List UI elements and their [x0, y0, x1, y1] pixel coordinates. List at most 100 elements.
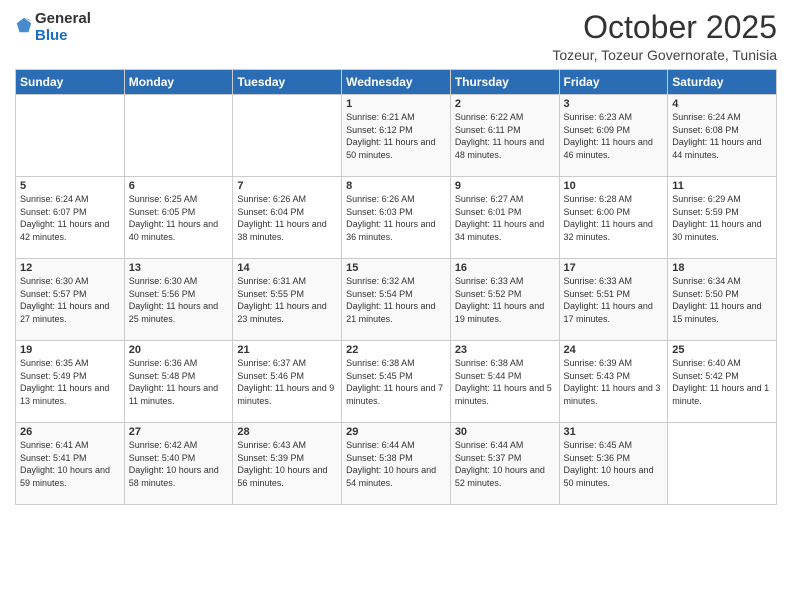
calendar-cell: 22Sunrise: 6:38 AMSunset: 5:45 PMDayligh… [342, 341, 451, 423]
cell-details: Sunrise: 6:24 AMSunset: 6:08 PMDaylight:… [672, 111, 772, 161]
calendar-cell: 30Sunrise: 6:44 AMSunset: 5:37 PMDayligh… [450, 423, 559, 505]
day-number: 16 [455, 262, 555, 274]
cell-details: Sunrise: 6:30 AMSunset: 5:56 PMDaylight:… [129, 275, 229, 325]
week-row-3: 12Sunrise: 6:30 AMSunset: 5:57 PMDayligh… [16, 259, 777, 341]
day-number: 6 [129, 180, 229, 192]
day-number: 2 [455, 98, 555, 110]
calendar-cell: 16Sunrise: 6:33 AMSunset: 5:52 PMDayligh… [450, 259, 559, 341]
cell-details: Sunrise: 6:22 AMSunset: 6:11 PMDaylight:… [455, 111, 555, 161]
day-number: 18 [672, 262, 772, 274]
day-number: 1 [346, 98, 446, 110]
cell-details: Sunrise: 6:29 AMSunset: 5:59 PMDaylight:… [672, 193, 772, 243]
cell-details: Sunrise: 6:34 AMSunset: 5:50 PMDaylight:… [672, 275, 772, 325]
cell-details: Sunrise: 6:21 AMSunset: 6:12 PMDaylight:… [346, 111, 446, 161]
calendar-cell: 2Sunrise: 6:22 AMSunset: 6:11 PMDaylight… [450, 95, 559, 177]
calendar-cell: 25Sunrise: 6:40 AMSunset: 5:42 PMDayligh… [668, 341, 777, 423]
day-number: 20 [129, 344, 229, 356]
location-title: Tozeur, Tozeur Governorate, Tunisia [552, 47, 777, 63]
calendar-cell: 7Sunrise: 6:26 AMSunset: 6:04 PMDaylight… [233, 177, 342, 259]
cell-details: Sunrise: 6:24 AMSunset: 6:07 PMDaylight:… [20, 193, 120, 243]
weekday-header-tuesday: Tuesday [233, 70, 342, 95]
calendar-cell: 8Sunrise: 6:26 AMSunset: 6:03 PMDaylight… [342, 177, 451, 259]
calendar-cell: 23Sunrise: 6:38 AMSunset: 5:44 PMDayligh… [450, 341, 559, 423]
day-number: 15 [346, 262, 446, 274]
cell-details: Sunrise: 6:39 AMSunset: 5:43 PMDaylight:… [564, 357, 664, 407]
weekday-header-monday: Monday [124, 70, 233, 95]
page: General Blue October 2025 Tozeur, Tozeur… [0, 0, 792, 612]
week-row-4: 19Sunrise: 6:35 AMSunset: 5:49 PMDayligh… [16, 341, 777, 423]
cell-details: Sunrise: 6:38 AMSunset: 5:44 PMDaylight:… [455, 357, 555, 407]
calendar-cell [668, 423, 777, 505]
calendar-cell: 3Sunrise: 6:23 AMSunset: 6:09 PMDaylight… [559, 95, 668, 177]
calendar-cell: 27Sunrise: 6:42 AMSunset: 5:40 PMDayligh… [124, 423, 233, 505]
calendar-cell: 14Sunrise: 6:31 AMSunset: 5:55 PMDayligh… [233, 259, 342, 341]
calendar-cell: 31Sunrise: 6:45 AMSunset: 5:36 PMDayligh… [559, 423, 668, 505]
day-number: 29 [346, 426, 446, 438]
calendar-cell: 11Sunrise: 6:29 AMSunset: 5:59 PMDayligh… [668, 177, 777, 259]
calendar-cell: 6Sunrise: 6:25 AMSunset: 6:05 PMDaylight… [124, 177, 233, 259]
day-number: 11 [672, 180, 772, 192]
calendar-cell: 5Sunrise: 6:24 AMSunset: 6:07 PMDaylight… [16, 177, 125, 259]
weekday-header-wednesday: Wednesday [342, 70, 451, 95]
cell-details: Sunrise: 6:45 AMSunset: 5:36 PMDaylight:… [564, 439, 664, 489]
day-number: 9 [455, 180, 555, 192]
calendar-cell: 21Sunrise: 6:37 AMSunset: 5:46 PMDayligh… [233, 341, 342, 423]
calendar-cell: 26Sunrise: 6:41 AMSunset: 5:41 PMDayligh… [16, 423, 125, 505]
day-number: 4 [672, 98, 772, 110]
week-row-2: 5Sunrise: 6:24 AMSunset: 6:07 PMDaylight… [16, 177, 777, 259]
cell-details: Sunrise: 6:26 AMSunset: 6:04 PMDaylight:… [237, 193, 337, 243]
calendar-cell: 29Sunrise: 6:44 AMSunset: 5:38 PMDayligh… [342, 423, 451, 505]
day-number: 27 [129, 426, 229, 438]
weekday-header-thursday: Thursday [450, 70, 559, 95]
day-number: 21 [237, 344, 337, 356]
day-number: 22 [346, 344, 446, 356]
cell-details: Sunrise: 6:44 AMSunset: 5:37 PMDaylight:… [455, 439, 555, 489]
logo-icon [15, 16, 33, 34]
header: General Blue October 2025 Tozeur, Tozeur… [15, 10, 777, 63]
calendar-cell: 4Sunrise: 6:24 AMSunset: 6:08 PMDaylight… [668, 95, 777, 177]
day-number: 31 [564, 426, 664, 438]
calendar-cell: 1Sunrise: 6:21 AMSunset: 6:12 PMDaylight… [342, 95, 451, 177]
day-number: 23 [455, 344, 555, 356]
calendar-cell: 13Sunrise: 6:30 AMSunset: 5:56 PMDayligh… [124, 259, 233, 341]
day-number: 28 [237, 426, 337, 438]
day-number: 7 [237, 180, 337, 192]
calendar-cell [124, 95, 233, 177]
day-number: 12 [20, 262, 120, 274]
calendar-cell: 18Sunrise: 6:34 AMSunset: 5:50 PMDayligh… [668, 259, 777, 341]
day-number: 24 [564, 344, 664, 356]
cell-details: Sunrise: 6:35 AMSunset: 5:49 PMDaylight:… [20, 357, 120, 407]
cell-details: Sunrise: 6:41 AMSunset: 5:41 PMDaylight:… [20, 439, 120, 489]
cell-details: Sunrise: 6:30 AMSunset: 5:57 PMDaylight:… [20, 275, 120, 325]
calendar-cell: 9Sunrise: 6:27 AMSunset: 6:01 PMDaylight… [450, 177, 559, 259]
logo-general-text: General [35, 10, 91, 27]
cell-details: Sunrise: 6:33 AMSunset: 5:51 PMDaylight:… [564, 275, 664, 325]
cell-details: Sunrise: 6:44 AMSunset: 5:38 PMDaylight:… [346, 439, 446, 489]
cell-details: Sunrise: 6:28 AMSunset: 6:00 PMDaylight:… [564, 193, 664, 243]
logo-blue-text: Blue [35, 27, 91, 44]
day-number: 26 [20, 426, 120, 438]
day-number: 30 [455, 426, 555, 438]
cell-details: Sunrise: 6:40 AMSunset: 5:42 PMDaylight:… [672, 357, 772, 407]
day-number: 19 [20, 344, 120, 356]
cell-details: Sunrise: 6:42 AMSunset: 5:40 PMDaylight:… [129, 439, 229, 489]
weekday-header-friday: Friday [559, 70, 668, 95]
calendar-header-row: SundayMondayTuesdayWednesdayThursdayFrid… [16, 70, 777, 95]
cell-details: Sunrise: 6:38 AMSunset: 5:45 PMDaylight:… [346, 357, 446, 407]
calendar-cell: 12Sunrise: 6:30 AMSunset: 5:57 PMDayligh… [16, 259, 125, 341]
calendar-cell: 19Sunrise: 6:35 AMSunset: 5:49 PMDayligh… [16, 341, 125, 423]
cell-details: Sunrise: 6:32 AMSunset: 5:54 PMDaylight:… [346, 275, 446, 325]
calendar-cell [16, 95, 125, 177]
week-row-1: 1Sunrise: 6:21 AMSunset: 6:12 PMDaylight… [16, 95, 777, 177]
title-block: October 2025 Tozeur, Tozeur Governorate,… [552, 10, 777, 63]
week-row-5: 26Sunrise: 6:41 AMSunset: 5:41 PMDayligh… [16, 423, 777, 505]
weekday-header-sunday: Sunday [16, 70, 125, 95]
cell-details: Sunrise: 6:43 AMSunset: 5:39 PMDaylight:… [237, 439, 337, 489]
day-number: 14 [237, 262, 337, 274]
calendar-cell [233, 95, 342, 177]
cell-details: Sunrise: 6:36 AMSunset: 5:48 PMDaylight:… [129, 357, 229, 407]
logo: General Blue [15, 10, 91, 44]
cell-details: Sunrise: 6:31 AMSunset: 5:55 PMDaylight:… [237, 275, 337, 325]
month-title: October 2025 [552, 10, 777, 45]
weekday-header-saturday: Saturday [668, 70, 777, 95]
